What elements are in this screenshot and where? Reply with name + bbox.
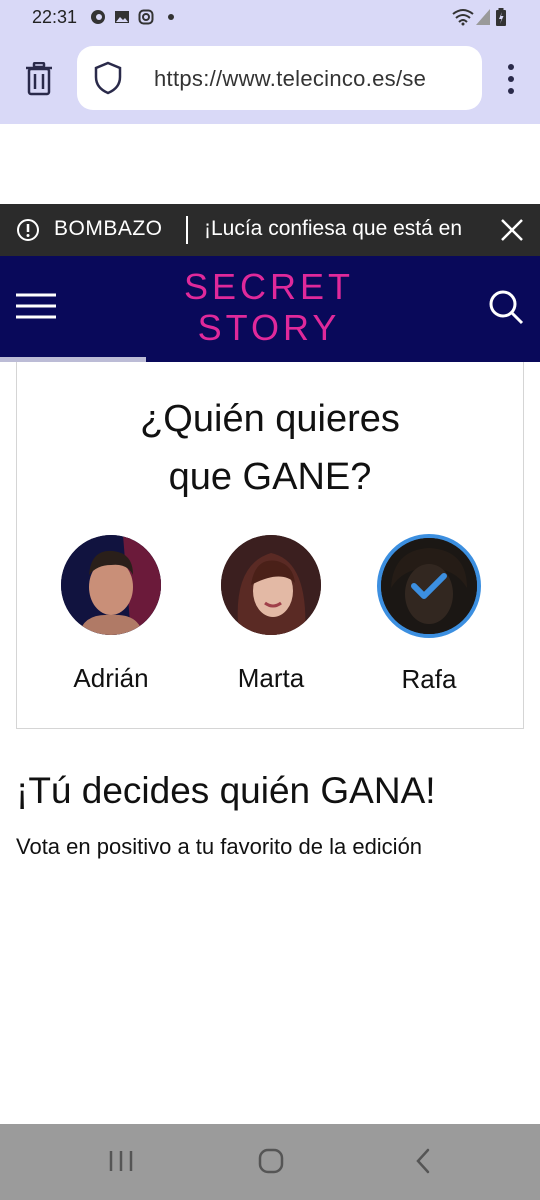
instagram-icon bbox=[138, 9, 154, 25]
candidate-name: Adrián bbox=[73, 663, 149, 693]
wifi-icon bbox=[452, 9, 474, 26]
search-icon[interactable] bbox=[488, 289, 524, 325]
poll-title-line2: que GANE? bbox=[168, 456, 372, 498]
section-subtitle: Vota en positivo a tu favorito de la edi… bbox=[16, 834, 423, 859]
back-icon[interactable] bbox=[414, 1148, 432, 1174]
firefox-icon bbox=[91, 10, 105, 24]
adrian-photo-icon bbox=[61, 535, 161, 635]
section-title: ¡Tú decides quién GANA! bbox=[16, 770, 436, 811]
system-nav-bar bbox=[0, 1124, 540, 1200]
close-icon[interactable] bbox=[500, 218, 524, 242]
shield-icon[interactable] bbox=[93, 61, 123, 95]
trash-icon[interactable] bbox=[24, 62, 54, 96]
status-time: 22:31 bbox=[32, 7, 78, 27]
marta-photo-icon bbox=[221, 535, 321, 635]
candidate-adrian[interactable]: Adrián bbox=[41, 535, 181, 694]
home-icon[interactable] bbox=[258, 1148, 284, 1174]
recents-icon[interactable] bbox=[108, 1149, 134, 1173]
candidate-name: Rafa bbox=[401, 664, 457, 694]
status-bar: 22:31 bbox=[0, 0, 540, 34]
candidate-name: Marta bbox=[237, 663, 305, 693]
menu-icon[interactable] bbox=[16, 293, 56, 319]
logo-line2: STORY bbox=[198, 307, 341, 346]
check-icon bbox=[411, 573, 447, 599]
breaking-label: BOMBAZO bbox=[54, 217, 163, 240]
gallery-icon bbox=[115, 11, 129, 23]
url-text[interactable]: https://www.telecinco.es/se bbox=[154, 66, 426, 92]
breaking-headline[interactable]: ¡Lucía confiesa que está en bbox=[204, 217, 492, 241]
dot-icon bbox=[168, 14, 174, 20]
alert-circle-icon bbox=[17, 219, 39, 241]
avatar[interactable] bbox=[221, 535, 321, 635]
poll-title-line1: ¿Quién quieres bbox=[140, 398, 400, 440]
avatar[interactable] bbox=[61, 535, 161, 635]
logo-line1: SECRET bbox=[184, 266, 354, 307]
more-vertical-icon[interactable] bbox=[506, 62, 516, 96]
candidate-marta[interactable]: Marta bbox=[201, 535, 341, 694]
battery-icon bbox=[496, 8, 506, 26]
candidate-rafa[interactable]: Rafa bbox=[359, 534, 499, 695]
breaking-news-bar[interactable]: BOMBAZO ¡Lucía confiesa que está en bbox=[0, 204, 540, 256]
secret-story-logo[interactable]: SECRET STORY bbox=[184, 266, 354, 346]
site-header: SECRET STORY bbox=[0, 256, 540, 362]
url-bar[interactable]: https://www.telecinco.es/se bbox=[77, 46, 482, 110]
poll-title: ¿Quién quieres que GANE? bbox=[17, 390, 523, 506]
signal-icon bbox=[476, 9, 490, 25]
breaking-separator bbox=[186, 216, 188, 244]
avatar-selected[interactable] bbox=[377, 534, 481, 638]
poll-card: ¿Quién quieres que GANE? Adrián Marta Ra… bbox=[16, 362, 524, 729]
